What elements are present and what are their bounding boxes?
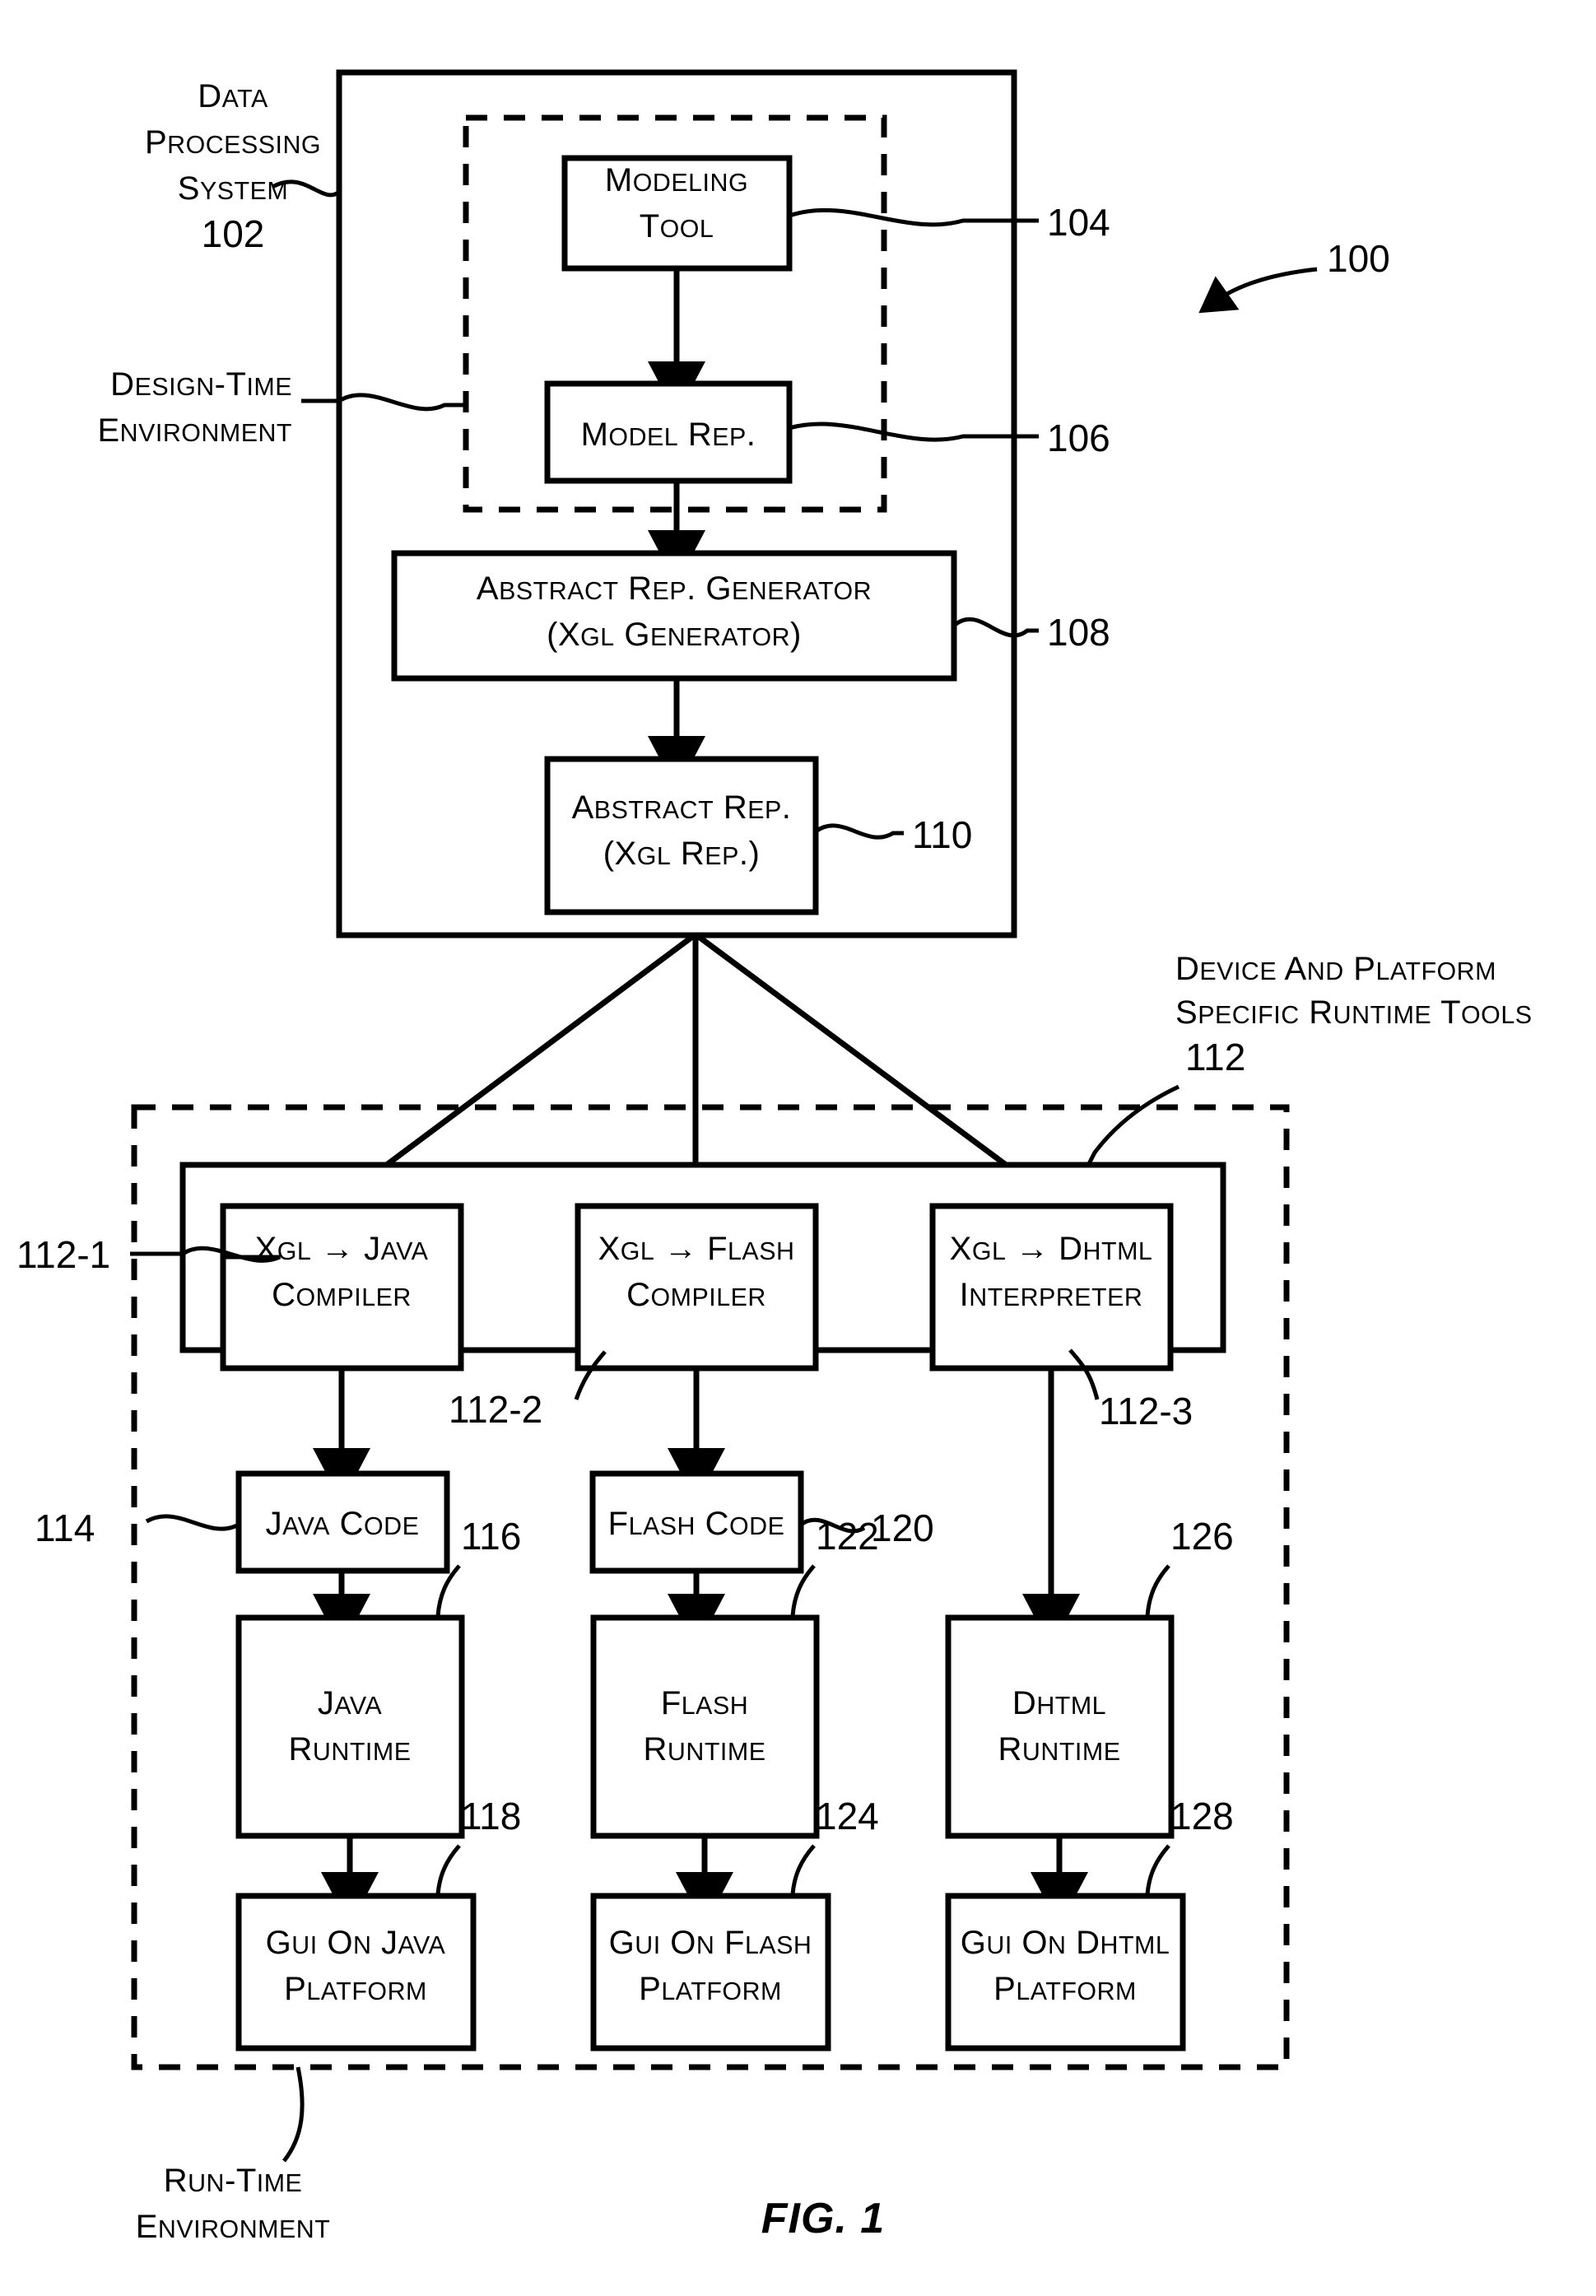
leader-run-time [282,2066,305,2163]
leader-124 [790,1844,816,1895]
patent-figure-1: MODELING TOOL 104 MODEL REP. 106 ABSTRAC… [16,69,1533,2245]
gui-flash-box [590,1893,831,2051]
ref-118: 118 [461,1795,521,1837]
runtime-tools-label-line2: SPECIFIC RUNTIME TOOLS [1175,994,1533,1031]
ref-108: 108 [1047,611,1110,654]
ref-114: 114 [35,1507,95,1549]
leader-118 [435,1844,461,1895]
ref-128: 128 [1170,1795,1234,1837]
dps-label-line3: SYSTEM [178,170,288,207]
arrow-fan-left [315,932,698,1218]
java-runtime-box [235,1614,465,1839]
dhtml-runtime-box [945,1614,1175,1839]
ref-112-2: 112-2 [449,1388,542,1431]
rte-label-line1: RUN-TIME [164,2163,303,2199]
gui-java-box [235,1893,477,2051]
leader-126 [1145,1564,1170,1617]
ref-122: 122 [816,1515,879,1558]
leader-100 [1198,267,1318,314]
flash-runtime-box [590,1614,820,1839]
runtime-tools-label-line1: DEVICE AND PLATFORM [1175,951,1496,987]
ref-100: 100 [1327,237,1390,280]
ref-124: 124 [816,1795,879,1837]
ref-112-3: 112-3 [1099,1390,1193,1432]
ref-116: 116 [461,1515,521,1558]
dte-label-line1: DESIGN-TIME [110,366,292,403]
dte-label-line2: ENVIRONMENT [97,412,292,449]
ref-104: 104 [1047,201,1110,244]
dps-label-line2: PROCESSING [145,124,321,161]
ref-110: 110 [912,813,972,856]
rte-label-line2: ENVIRONMENT [136,2209,331,2245]
ref-112-1: 112-1 [16,1233,110,1276]
dps-label-line1: DATA [198,78,268,114]
ref-106: 106 [1047,417,1110,459]
ref-112: 112 [1185,1036,1245,1078]
figure-caption: FIG. 1 [761,2195,885,2242]
ref-126: 126 [1170,1515,1234,1558]
ref-102: 102 [202,212,265,255]
leader-114 [145,1514,240,1531]
leader-128 [1145,1844,1170,1895]
gui-dhtml-box [945,1893,1186,2051]
ref-120: 120 [871,1507,934,1549]
arrow-fan-right [693,932,1077,1218]
